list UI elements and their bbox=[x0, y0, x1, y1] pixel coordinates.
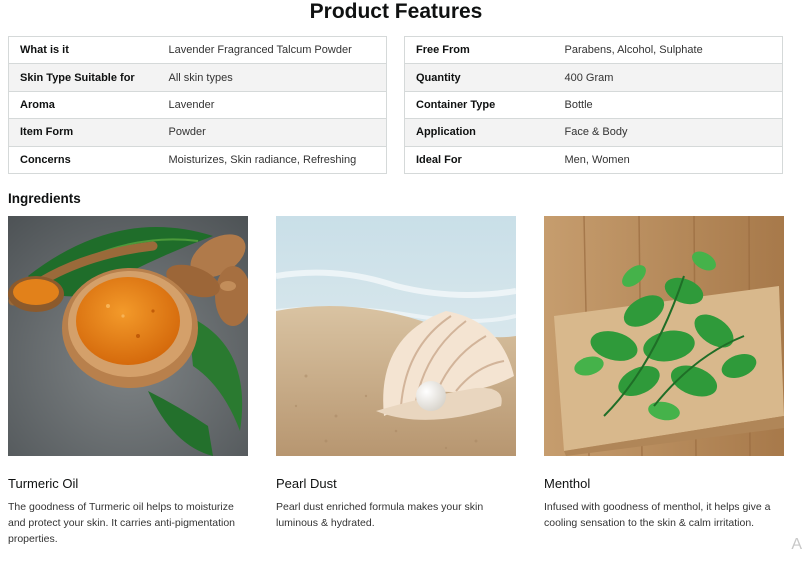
feature-row: Quantity 400 Gram bbox=[404, 63, 783, 92]
ingredient-description: Pearl dust enriched formula makes your s… bbox=[276, 501, 484, 529]
ingredient-name: Menthol bbox=[544, 476, 591, 491]
feature-row: Item Form Powder bbox=[8, 118, 387, 147]
ingredient-card-turmeric: Turmeric Oil The goodness of Turmeric oi… bbox=[8, 216, 248, 545]
ingredient-description: The goodness of Turmeric oil helps to mo… bbox=[8, 501, 236, 545]
feature-value: 400 Gram bbox=[553, 63, 783, 92]
feature-value: Face & Body bbox=[553, 118, 783, 147]
mint-leaves-image bbox=[544, 216, 784, 456]
ingredient-name: Turmeric Oil bbox=[8, 476, 79, 491]
feature-value: Bottle bbox=[553, 90, 783, 119]
feature-key: Application bbox=[404, 118, 554, 147]
ingredient-card-menthol: Menthol Infused with goodness of menthol… bbox=[544, 216, 784, 529]
ingredient-card-pearl: Pearl Dust Pearl dust enriched formula m… bbox=[276, 216, 516, 529]
feature-key: Quantity bbox=[404, 63, 554, 92]
feature-row: What is it Lavender Fragranced Talcum Po… bbox=[9, 37, 387, 64]
features-table-left: What is it Lavender Fragranced Talcum Po… bbox=[8, 36, 387, 174]
feature-key: Container Type bbox=[404, 90, 554, 119]
feature-row: Concerns Moisturizes, Skin radiance, Ref… bbox=[8, 145, 387, 174]
ingredient-name: Pearl Dust bbox=[276, 476, 337, 491]
feature-key: Item Form bbox=[8, 118, 158, 147]
feature-key: What is it bbox=[20, 44, 69, 57]
feature-value: Lavender bbox=[157, 90, 387, 119]
feature-row: Container Type Bottle bbox=[404, 90, 783, 119]
features-table-right: Free From Parabens, Alcohol, Sulphate Qu… bbox=[404, 36, 783, 174]
feature-value: All skin types bbox=[157, 63, 387, 92]
feature-row: Ideal For Men, Women bbox=[404, 145, 783, 174]
feature-value: Lavender Fragranced Talcum Powder bbox=[168, 44, 352, 57]
feature-value: Moisturizes, Skin radiance, Refreshing bbox=[157, 145, 387, 174]
feature-row: Free From Parabens, Alcohol, Sulphate bbox=[405, 37, 783, 64]
feature-row: Application Face & Body bbox=[404, 118, 783, 147]
feature-value: Powder bbox=[157, 118, 387, 147]
ingredients-heading: Ingredients bbox=[8, 191, 81, 206]
feature-value: Men, Women bbox=[553, 145, 783, 174]
corner-mark: A bbox=[791, 536, 802, 553]
feature-value: Parabens, Alcohol, Sulphate bbox=[564, 44, 703, 57]
feature-key: Skin Type Suitable for bbox=[8, 63, 158, 92]
turmeric-image bbox=[8, 216, 248, 456]
feature-row: Skin Type Suitable for All skin types bbox=[8, 63, 387, 92]
feature-key: Ideal For bbox=[404, 145, 554, 174]
feature-row: Aroma Lavender bbox=[8, 90, 387, 119]
feature-key: Concerns bbox=[8, 145, 158, 174]
feature-key: Aroma bbox=[8, 90, 158, 119]
page-title: Product Features bbox=[309, 0, 483, 23]
feature-key: Free From bbox=[416, 44, 470, 57]
pearl-shell-image bbox=[276, 216, 516, 456]
ingredient-description: Infused with goodness of menthol, it hel… bbox=[544, 501, 771, 529]
